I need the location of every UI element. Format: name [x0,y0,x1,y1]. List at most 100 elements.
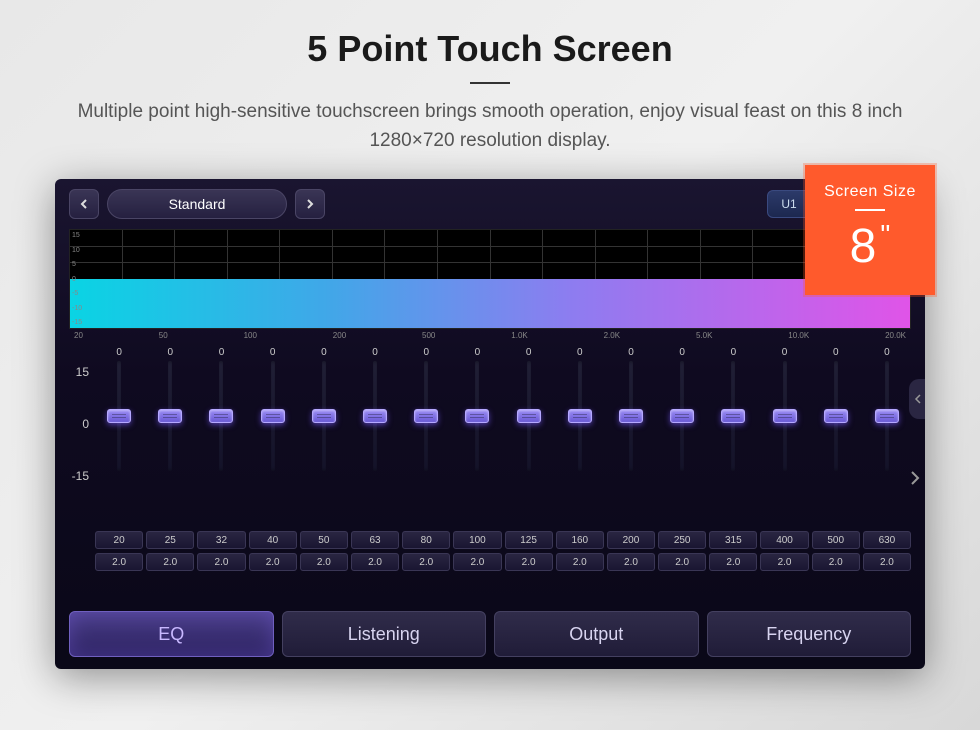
chevron-left-icon [914,393,922,405]
eq-slider[interactable] [300,361,348,471]
eq-slider[interactable] [607,361,655,471]
slider-thumb[interactable] [465,409,489,423]
eq-sliders-area: 15 0 -15 0000000000000000 [95,347,911,527]
eq-slider[interactable] [760,361,808,471]
q-value[interactable]: 2.0 [146,553,194,571]
eq-slider[interactable] [146,361,194,471]
band-value: 0 [168,347,174,361]
fc-value[interactable]: 63 [351,531,399,549]
eq-slider[interactable] [556,361,604,471]
q-value[interactable]: 2.0 [658,553,706,571]
slider-thumb[interactable] [824,409,848,423]
eq-slider[interactable] [709,361,757,471]
slider-thumb[interactable] [568,409,592,423]
q-value[interactable]: 2.0 [402,553,450,571]
q-value[interactable]: 2.0 [812,553,860,571]
slider-thumb[interactable] [261,409,285,423]
fc-value[interactable]: 315 [709,531,757,549]
q-value[interactable]: 2.0 [607,553,655,571]
slider-thumb[interactable] [875,409,899,423]
slider-thumb[interactable] [209,409,233,423]
fc-value[interactable]: 160 [556,531,604,549]
spectrum-y-tick: 10 [72,247,82,254]
eq-slider[interactable] [402,361,450,471]
fc-value[interactable]: 80 [402,531,450,549]
eq-slider[interactable] [197,361,245,471]
q-value[interactable]: 2.0 [197,553,245,571]
badge-unit: " [880,219,890,250]
q-value[interactable]: 2.0 [95,553,143,571]
eq-slider[interactable] [658,361,706,471]
fc-value[interactable]: 125 [505,531,553,549]
spectrum-y-tick: -15 [72,319,82,326]
title-underline [470,82,510,84]
slider-thumb[interactable] [721,409,745,423]
eq-band: 0 [863,347,911,527]
eq-slider[interactable] [95,361,143,471]
q-value[interactable]: 2.0 [249,553,297,571]
q-value[interactable]: 2.0 [453,553,501,571]
q-value[interactable]: 2.0 [505,553,553,571]
tab-frequency[interactable]: Frequency [707,611,912,657]
spectrum-x-tick: 500 [422,331,435,340]
eq-band: 0 [760,347,808,527]
band-value: 0 [475,347,481,361]
fc-value[interactable]: 40 [249,531,297,549]
slider-thumb[interactable] [363,409,387,423]
fc-value[interactable]: 200 [607,531,655,549]
q-value[interactable]: 2.0 [351,553,399,571]
eq-band: 0 [95,347,143,527]
preset-next-button[interactable] [295,189,325,219]
preset-prev-button[interactable] [69,189,99,219]
q-value[interactable]: 2.0 [556,553,604,571]
slider-thumb[interactable] [158,409,182,423]
eq-slider[interactable] [812,361,860,471]
eq-y-label: -15 [65,469,89,483]
q-value[interactable]: 2.0 [863,553,911,571]
slider-thumb[interactable] [517,409,541,423]
fc-value[interactable]: 100 [453,531,501,549]
fc-value[interactable]: 32 [197,531,245,549]
eq-slider[interactable] [351,361,399,471]
fc-value[interactable]: 500 [812,531,860,549]
fc-value[interactable]: 400 [760,531,808,549]
tab-listening[interactable]: Listening [282,611,487,657]
band-value: 0 [372,347,378,361]
q-value[interactable]: 2.0 [300,553,348,571]
spectrum-y-tick: 5 [72,261,82,268]
eq-band: 0 [505,347,553,527]
spectrum-graph: 151050-5-10-15 20501002005001.0K2.0K5.0K… [69,229,911,329]
eq-slider[interactable] [453,361,501,471]
tab-eq[interactable]: EQ [69,611,274,657]
slider-thumb[interactable] [414,409,438,423]
slider-thumb[interactable] [312,409,336,423]
slider-thumb[interactable] [619,409,643,423]
fc-value[interactable]: 630 [863,531,911,549]
slider-thumb[interactable] [107,409,131,423]
fc-value[interactable]: 25 [146,531,194,549]
tab-output[interactable]: Output [494,611,699,657]
q-value[interactable]: 2.0 [709,553,757,571]
eq-slider[interactable] [505,361,553,471]
eq-band: 0 [658,347,706,527]
slider-thumb[interactable] [670,409,694,423]
q-value[interactable]: 2.0 [760,553,808,571]
band-value: 0 [219,347,225,361]
eq-slider[interactable] [863,361,911,471]
fc-value[interactable]: 20 [95,531,143,549]
next-page-button[interactable] [909,469,921,493]
spectrum-y-tick: 0 [72,276,82,283]
slider-thumb[interactable] [773,409,797,423]
chevron-right-icon [305,199,315,209]
fc-value[interactable]: 50 [300,531,348,549]
eq-slider[interactable] [249,361,297,471]
side-expand-button[interactable] [909,379,925,419]
band-value: 0 [782,347,788,361]
spectrum-x-tick: 50 [159,331,168,340]
eq-band: 0 [402,347,450,527]
eq-band: 0 [300,347,348,527]
fc-value[interactable]: 250 [658,531,706,549]
preset-name[interactable]: Standard [107,189,287,219]
band-value: 0 [628,347,634,361]
badge-label: Screen Size [809,183,931,201]
